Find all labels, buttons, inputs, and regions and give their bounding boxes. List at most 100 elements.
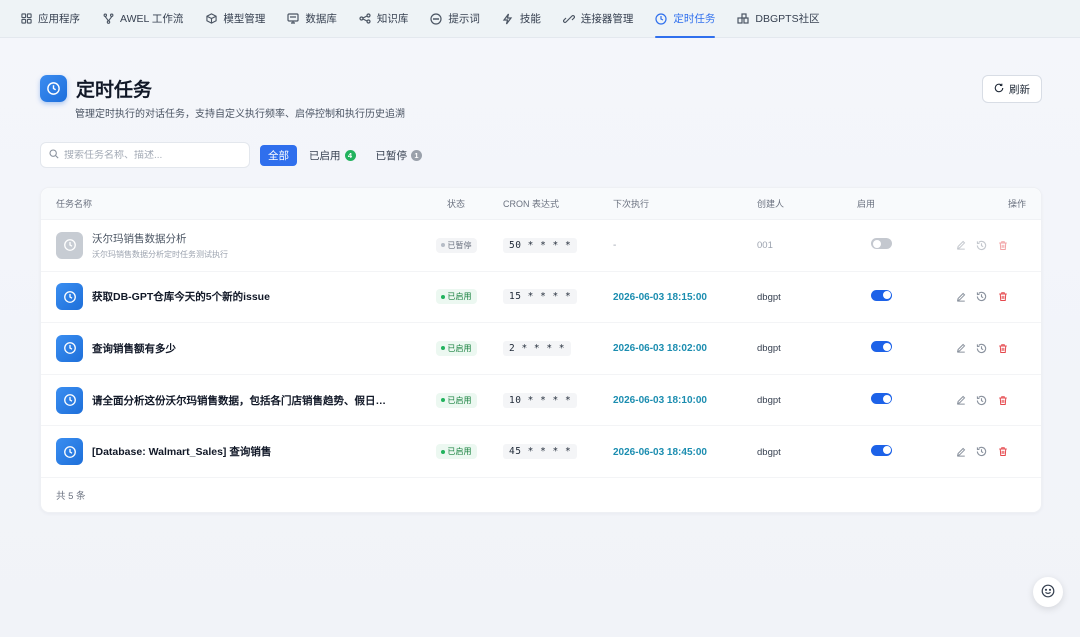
- column-header-ops: 操作: [1007, 199, 1026, 209]
- cron-cell: 45 * * * *: [491, 444, 613, 460]
- table-row[interactable]: 获取DB-GPT仓库今天的5个新的issue 已启用 15 * * * * 20…: [41, 272, 1041, 324]
- nav-item-community[interactable]: DBGPTS社区: [726, 0, 830, 38]
- nav-label: 提示词: [448, 13, 480, 25]
- task-name[interactable]: 沃尔玛销售数据分析: [92, 231, 228, 246]
- clock-icon: [56, 231, 83, 259]
- filter-all[interactable]: 全部: [260, 144, 297, 166]
- status-cell: 已启用: [421, 392, 491, 408]
- creator-cell: dbgpt: [757, 394, 857, 406]
- count-badge: 4: [344, 149, 356, 161]
- history-icon[interactable]: [976, 291, 987, 302]
- delete-icon[interactable]: [997, 446, 1008, 457]
- clock-icon: [56, 438, 83, 466]
- clock-icon: [56, 334, 83, 362]
- filter-enabled[interactable]: 已启用 4: [301, 145, 364, 166]
- nav-label: 知识库: [376, 13, 409, 25]
- count-badge: 1: [411, 149, 422, 161]
- filter-paused[interactable]: 已暂停 1: [368, 145, 431, 166]
- search-box[interactable]: [40, 142, 250, 168]
- table-row[interactable]: 请全面分析这份沃尔玛销售数据，包括各门店销售趋势、假日影响、 已启用 10 * …: [41, 375, 1041, 427]
- enabled-toggle[interactable]: [871, 341, 892, 353]
- task-name[interactable]: 获取DB-GPT仓库今天的5个新的issue: [92, 289, 270, 304]
- help-button[interactable]: [1033, 577, 1063, 607]
- column-header-creator: 创建人: [757, 199, 785, 209]
- nav-item-apps[interactable]: 应用程序: [20, 0, 91, 38]
- task-name[interactable]: 请全面分析这份沃尔玛销售数据，包括各门店销售趋势、假日影响、: [92, 393, 392, 408]
- enabled-cell: [857, 238, 921, 252]
- task-name-cell: 获取DB-GPT仓库今天的5个新的issue: [41, 283, 421, 311]
- status-badge: 已启用: [435, 340, 477, 356]
- history-icon[interactable]: [976, 240, 987, 251]
- delete-icon[interactable]: [997, 240, 1008, 251]
- enabled-toggle[interactable]: [871, 238, 892, 250]
- creator: 001: [757, 240, 773, 252]
- filter-label: 已启用: [309, 149, 341, 162]
- enabled-cell: [857, 444, 921, 459]
- search-input[interactable]: [64, 149, 244, 161]
- column-header-cron: CRON 表达式: [503, 199, 559, 209]
- nav-item-database[interactable]: 数据库: [276, 0, 348, 38]
- task-name[interactable]: [Database: Walmart_Sales] 查询销售: [92, 444, 271, 459]
- ops-cell: [921, 395, 1041, 406]
- nav-item-models[interactable]: 模型管理: [194, 0, 276, 38]
- table-row[interactable]: [Database: Walmart_Sales] 查询销售 已启用 45 * …: [41, 426, 1041, 478]
- nav-item-skills[interactable]: 技能: [491, 0, 552, 38]
- delete-icon[interactable]: [997, 395, 1008, 406]
- delete-icon[interactable]: [997, 343, 1008, 354]
- creator: dbgpt: [757, 343, 781, 355]
- edit-icon[interactable]: [955, 343, 966, 354]
- nav-item-awel[interactable]: AWEL 工作流: [91, 0, 194, 38]
- plug-icon: [562, 13, 575, 25]
- nav-item-knowledge[interactable]: 知识库: [348, 0, 420, 38]
- next-run-time: -: [613, 240, 617, 252]
- filter-label: 全部: [268, 149, 289, 162]
- enabled-toggle[interactable]: [871, 444, 892, 456]
- cron-cell: 10 * * * *: [491, 392, 613, 408]
- nav-label: 连接器管理: [580, 13, 634, 25]
- nav-item-prompts[interactable]: 提示词: [419, 0, 491, 38]
- edit-icon[interactable]: [955, 291, 966, 302]
- table-row[interactable]: 查询销售额有多少 已启用 2 * * * * 2026-06-03 18:02:…: [41, 323, 1041, 375]
- task-name-cell: 查询销售额有多少: [41, 334, 421, 362]
- cron-expression: 10 * * * *: [503, 392, 578, 408]
- ops-cell: [921, 343, 1041, 354]
- task-name-cell: 沃尔玛销售数据分析 沃尔玛销售数据分析定时任务测试执行: [41, 231, 421, 260]
- cron-expression: 2 * * * *: [503, 340, 571, 356]
- enabled-toggle[interactable]: [871, 289, 892, 301]
- ops-cell: [921, 291, 1041, 302]
- page-subtitle: 管理定时执行的对话任务，支持自定义执行频率、启停控制和执行历史追溯: [75, 109, 405, 120]
- table-body: 沃尔玛销售数据分析 沃尔玛销售数据分析定时任务测试执行 已暂停 50 * * *…: [41, 220, 1041, 478]
- workflow-icon: [102, 13, 114, 25]
- toggle-knob: [882, 446, 891, 455]
- status-dot: [440, 346, 445, 351]
- edit-icon[interactable]: [955, 395, 966, 406]
- delete-icon[interactable]: [997, 291, 1008, 302]
- table-row[interactable]: 沃尔玛销售数据分析 沃尔玛销售数据分析定时任务测试执行 已暂停 50 * * *…: [41, 220, 1041, 272]
- enabled-cell: [857, 393, 921, 407]
- history-icon[interactable]: [976, 446, 987, 457]
- nav-item-connectors[interactable]: 连接器管理: [552, 0, 645, 38]
- grid-icon: [20, 13, 32, 25]
- status-badge: 已启用: [435, 444, 477, 460]
- enabled-toggle[interactable]: [871, 393, 892, 405]
- status-badge: 已暂停: [435, 237, 477, 253]
- task-name[interactable]: 查询销售额有多少: [92, 341, 176, 356]
- history-icon[interactable]: [976, 343, 987, 354]
- edit-icon[interactable]: [955, 240, 966, 251]
- history-icon[interactable]: [976, 395, 987, 406]
- status-filters: 全部 已启用 4 已暂停 1: [260, 144, 431, 166]
- next-run-time: 2026-06-03 18:02:00: [613, 343, 707, 355]
- next-run-time: 2026-06-03 18:10:00: [613, 395, 707, 407]
- database-icon: [287, 13, 300, 25]
- edit-icon[interactable]: [955, 446, 966, 457]
- nav-item-scheduled-tasks[interactable]: 定时任务: [644, 0, 726, 38]
- creator: dbgpt: [757, 291, 781, 303]
- ops-cell: [921, 240, 1041, 251]
- next-run-cell: 2026-06-03 18:45:00: [613, 446, 757, 458]
- knowledge-icon: [359, 13, 371, 25]
- creator-cell: dbgpt: [757, 342, 857, 354]
- cron-cell: 15 * * * *: [491, 289, 613, 305]
- next-run-time: 2026-06-03 18:15:00: [613, 291, 707, 303]
- status-dot: [440, 398, 445, 403]
- refresh-button[interactable]: 刷新: [982, 75, 1042, 103]
